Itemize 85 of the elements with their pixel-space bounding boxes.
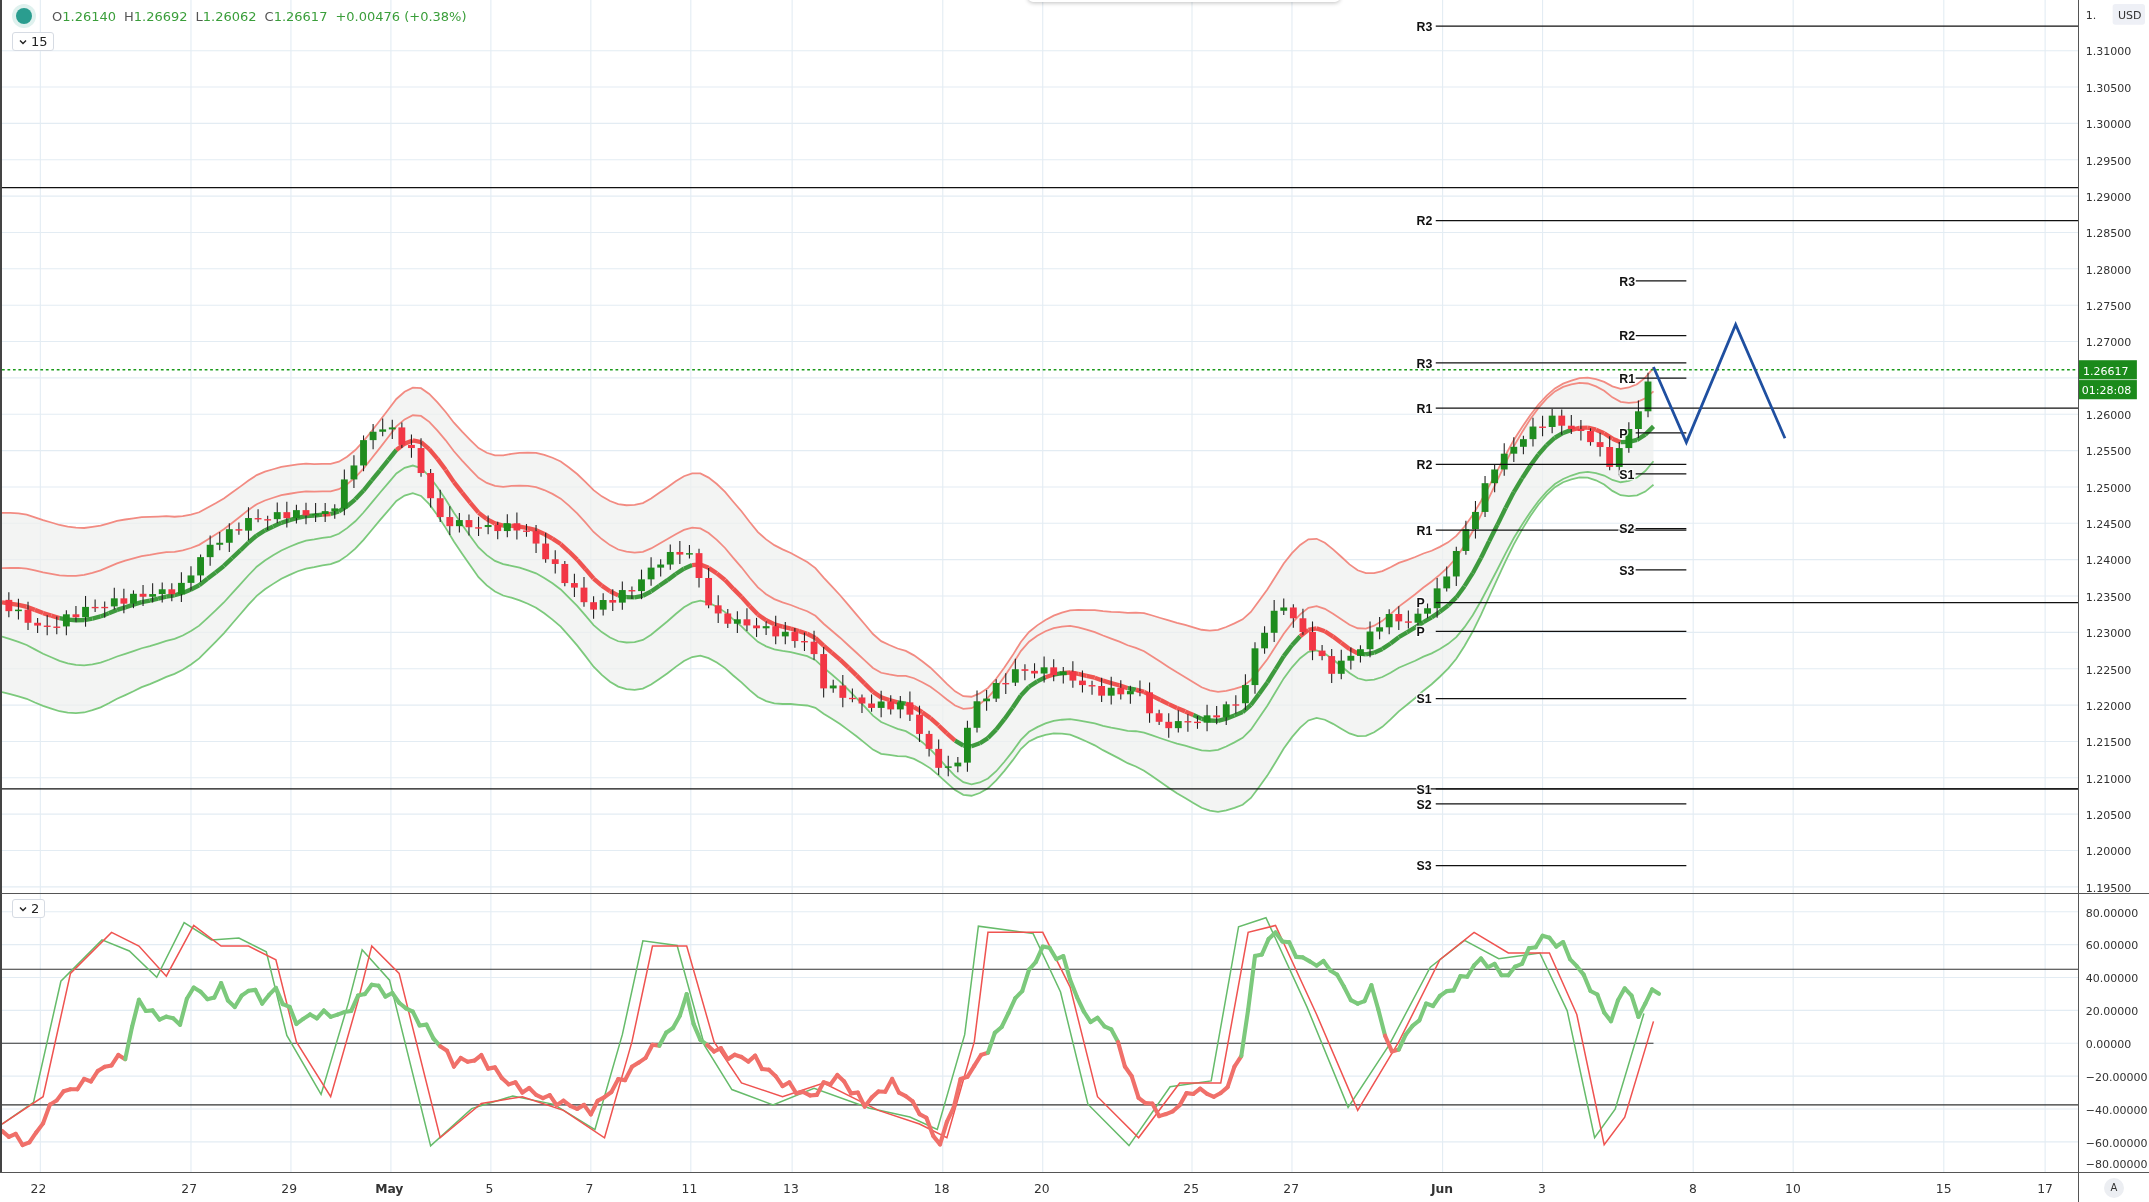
pivot-line [1635, 473, 1687, 475]
price-tick: 1.30500 [2085, 81, 2132, 95]
pivot-label: S3 [1619, 563, 1635, 578]
pivot-label: R1 [1416, 523, 1433, 538]
time-tick: 27 [1283, 1182, 1300, 1196]
price-tick: 1.20000 [2085, 845, 2132, 859]
ohlc-value: H1.26692 [124, 8, 188, 24]
price-tick: 1.27500 [2085, 299, 2132, 313]
time-tick: 10 [1785, 1182, 1801, 1196]
pivot-label: S2 [1416, 797, 1432, 812]
time-tick: 18 [933, 1182, 950, 1196]
price-tick: 1.19500 [2085, 881, 2132, 893]
time-tick: 5 [485, 1182, 494, 1196]
price-tick: 1.31000 [2085, 45, 2132, 59]
price-tick: 1.25500 [2085, 445, 2132, 459]
pivot-label: S1 [1619, 467, 1635, 482]
last-price-tag: 1.26617 [2079, 360, 2137, 380]
pivot-label: R2 [1416, 214, 1433, 229]
pivot-label: R3 [1619, 274, 1635, 289]
time-tick: 7 [585, 1182, 594, 1196]
price-tick: 1.28500 [2085, 227, 2132, 241]
time-tick: Jun [1430, 1182, 1454, 1196]
price-tick: 1.22000 [2085, 699, 2132, 713]
collapse-button[interactable]: 2 [12, 899, 46, 918]
time-tick: 13 [783, 1182, 799, 1196]
time-tick: 8 [1688, 1182, 1697, 1196]
ohlc-value: O1.26140 [52, 8, 116, 24]
oscillator-tick: 60.00000 [2085, 939, 2139, 953]
oscillator-tick: −20.00000 [2085, 1070, 2148, 1084]
oscillator-tick: 20.00000 [2085, 1005, 2139, 1019]
time-tick: 3 [1538, 1182, 1546, 1196]
price-tick: 1.23500 [2085, 590, 2132, 604]
pivot-label: R3 [1416, 356, 1433, 371]
time-tick: 22 [30, 1182, 47, 1196]
price-tick: 1.29500 [2085, 154, 2132, 168]
time-tick: May [375, 1182, 404, 1196]
pivot-label: R2 [1416, 458, 1433, 473]
pivot-line [1635, 334, 1687, 337]
price-tick: 1. [2085, 9, 2097, 23]
pivot-label: P [1416, 596, 1425, 611]
time-tick: 15 [1935, 1182, 1952, 1196]
time-tick: 27 [181, 1182, 197, 1196]
pivot-line [1635, 377, 1687, 379]
price-tick: 1.29000 [2085, 190, 2132, 204]
pivot-line [1635, 569, 1687, 571]
price-tick: 1.24000 [2085, 554, 2132, 568]
price-tick: 1.26000 [2085, 408, 2132, 423]
pivot-label: S3 [1416, 859, 1432, 874]
pivot-label: R1 [1416, 401, 1433, 416]
price-tick: 1.28000 [2085, 263, 2132, 277]
oscillator-tick: −60.00000 [2085, 1136, 2148, 1150]
pivot-label: S1 [1416, 692, 1432, 707]
change-value: +0.00476 (+0.38%) [335, 8, 467, 24]
pivot-line [1635, 432, 1687, 434]
pivot-line [1635, 280, 1687, 282]
time-tick: 29 [281, 1182, 298, 1196]
oscillator-tick: 80.00000 [2085, 906, 2139, 920]
symbol-dot[interactable] [16, 8, 32, 24]
price-tick: 1.21000 [2085, 772, 2132, 786]
time-tick: 20 [1033, 1182, 1050, 1196]
time-tick: 11 [681, 1182, 698, 1196]
price-tick: 1.24500 [2085, 518, 2132, 532]
price-tick: 1.25000 [2085, 481, 2132, 495]
ohlc-value: C1.26617 [264, 8, 328, 24]
price-tick: 1.23000 [2085, 627, 2132, 641]
auto-scale-button[interactable]: A [2104, 1177, 2124, 1198]
pivot-label: R1 [1619, 371, 1635, 386]
interval-button[interactable]: 15 [12, 32, 54, 51]
oscillator-tick: 40.00000 [2085, 972, 2139, 986]
oscillator-tick: −80.00000 [2085, 1157, 2148, 1171]
oscillator-tick: 0.00000 [2085, 1038, 2132, 1052]
time-tick: 17 [2037, 1182, 2053, 1196]
time-tick: 25 [1183, 1182, 1199, 1196]
currency-badge[interactable]: USD [2112, 4, 2145, 25]
pivot-label: P [1416, 625, 1425, 640]
ohlc-value: L1.26062 [195, 8, 257, 24]
oscillator-tick: −40.00000 [2085, 1103, 2148, 1117]
pivot-label: R2 [1619, 329, 1635, 344]
pivot-label: R3 [1416, 19, 1433, 34]
price-tick: 1.30000 [2085, 118, 2132, 132]
price-tick: 1.20500 [2085, 808, 2132, 822]
price-tick: 1.22500 [2085, 663, 2132, 677]
price-tick: 1.27000 [2085, 336, 2132, 350]
price-tick: 1.21500 [2085, 736, 2132, 750]
countdown-tag: 01:28:08 [2079, 380, 2137, 400]
